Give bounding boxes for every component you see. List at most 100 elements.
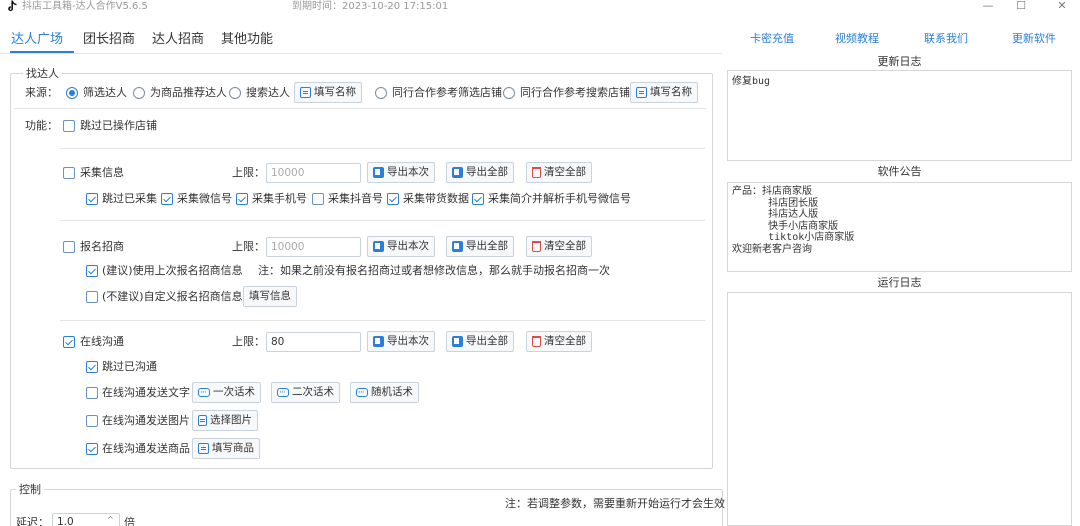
online-chat-checkbox[interactable] xyxy=(63,336,75,348)
collect-wechat-checkbox[interactable] xyxy=(161,193,173,205)
collect-douyin-checkbox[interactable] xyxy=(312,193,324,205)
spin-up-icon[interactable]: ^ xyxy=(107,512,114,526)
source-radio-product-recommend[interactable] xyxy=(133,87,145,99)
collect-option-label: 采集简介并解析手机号微信号 xyxy=(488,192,631,205)
choose-image-button[interactable]: 选择图片 xyxy=(192,410,258,431)
send-text-checkbox[interactable] xyxy=(86,387,98,399)
expire-time: 到期时间：2023-10-20 17:15:01 xyxy=(292,1,449,12)
collect-sales-data-checkbox[interactable] xyxy=(387,193,399,205)
update-software-link[interactable]: 更新软件 xyxy=(1012,32,1056,46)
source-radio-filter[interactable] xyxy=(66,87,78,99)
chat-limit-label: 上限： xyxy=(232,335,265,348)
delay-unit: 倍 xyxy=(124,516,135,526)
fill-name-button-label: 填写名称 xyxy=(650,86,692,98)
source-radio-search[interactable] xyxy=(229,87,241,99)
collect-info-checkbox[interactable] xyxy=(63,167,75,179)
notice-panel[interactable]: 产品：抖店商家版 抖店团长版 抖店达人版 快手小店商家版 tiktok小店商家版… xyxy=(727,182,1072,272)
minimize-icon[interactable]: — xyxy=(980,0,996,13)
signup-limit-label: 上限： xyxy=(232,240,265,253)
app-window: 抖店工具箱-达人合作V5.6.5 到期时间：2023-10-20 17:15:0… xyxy=(0,0,1080,526)
send-product-checkbox[interactable] xyxy=(86,443,98,455)
signup-use-last-label: (建议)使用上次报名招商信息 xyxy=(102,264,243,277)
signup-limit-input[interactable]: 10000 xyxy=(266,237,361,257)
chat-limit-input[interactable]: 80 xyxy=(266,332,361,352)
collect-export-this-button[interactable]: 导出本次 xyxy=(367,162,435,183)
chat-clear-all-button[interactable]: 清空全部 xyxy=(526,331,592,352)
collect-export-all-button[interactable]: 导出全部 xyxy=(446,162,514,183)
signup-checkbox[interactable] xyxy=(63,241,75,253)
close-icon[interactable]: ✕ xyxy=(1054,0,1070,13)
signup-use-last-checkbox[interactable] xyxy=(86,265,98,277)
source-option-label: 同行合作参考筛选店铺 xyxy=(392,86,502,99)
collect-skip-collected-checkbox[interactable] xyxy=(86,193,98,205)
delay-input[interactable]: 1.0 ^ xyxy=(52,513,120,526)
source-label: 来源： xyxy=(25,86,58,99)
contact-us-link[interactable]: 联系我们 xyxy=(924,32,968,46)
source-radio-peer-filter-store[interactable] xyxy=(375,87,387,99)
maximize-icon[interactable]: ☐ xyxy=(1013,0,1029,13)
fill-name-button-label: 填写名称 xyxy=(314,86,356,98)
signup-custom-checkbox[interactable] xyxy=(86,291,98,303)
title-bar: 抖店工具箱-达人合作V5.6.5 到期时间：2023-10-20 17:15:0… xyxy=(0,0,1080,14)
file-icon xyxy=(198,415,207,426)
export-icon xyxy=(373,336,384,347)
source-option-label: 搜索达人 xyxy=(246,86,290,99)
fill-info-button[interactable]: 填写信息 xyxy=(243,286,297,307)
signup-export-all-button[interactable]: 导出全部 xyxy=(446,236,514,257)
signup-note: 注：如果之前没有报名招商过或者想修改信息，那么就手动报名招商一次 xyxy=(258,264,610,277)
fill-name-button-2[interactable]: 填写名称 xyxy=(630,82,698,103)
collect-phone-checkbox[interactable] xyxy=(236,193,248,205)
fill-name-button[interactable]: 填写名称 xyxy=(294,82,362,103)
collect-limit-input[interactable]: 10000 xyxy=(266,163,361,183)
collect-option-label: 采集带货数据 xyxy=(403,192,469,205)
collect-info-label: 采集信息 xyxy=(80,166,124,179)
chat-export-all-button[interactable]: 导出全部 xyxy=(446,331,514,352)
tab-talent-recruit[interactable]: 达人招商 xyxy=(152,31,204,49)
source-radio-peer-search-store[interactable] xyxy=(503,87,515,99)
script-random-label: 随机话术 xyxy=(371,386,413,398)
signup-export-this-button[interactable]: 导出本次 xyxy=(367,236,435,257)
choose-image-label: 选择图片 xyxy=(210,414,252,426)
video-tutorial-link[interactable]: 视频教程 xyxy=(835,32,879,46)
chat-bubble-icon xyxy=(198,384,210,403)
run-log-panel[interactable] xyxy=(727,292,1072,526)
fill-info-button-label: 填写信息 xyxy=(249,290,291,302)
send-text-label: 在线沟通发送文字 xyxy=(102,386,190,399)
send-image-checkbox[interactable] xyxy=(86,415,98,427)
signup-custom-label: (不建议)自定义报名招商信息 xyxy=(102,290,243,303)
divider xyxy=(60,148,705,149)
tab-leader-recruit[interactable]: 团长招商 xyxy=(83,31,135,49)
tab-talent-plaza[interactable]: 达人广场 xyxy=(11,31,63,49)
script-twice-button[interactable]: 二次话术 xyxy=(271,382,340,403)
fill-product-label: 填写商品 xyxy=(212,442,254,454)
chat-export-this-button[interactable]: 导出本次 xyxy=(367,331,435,352)
collect-bio-parse-checkbox[interactable] xyxy=(472,193,484,205)
divider xyxy=(60,320,705,321)
skip-operated-checkbox[interactable] xyxy=(63,120,75,132)
tab-other-functions[interactable]: 其他功能 xyxy=(221,31,273,49)
signup-clear-all-button[interactable]: 清空全部 xyxy=(526,236,592,257)
script-random-button[interactable]: 随机话术 xyxy=(350,382,419,403)
export-icon xyxy=(452,241,463,252)
changelog-panel[interactable]: 修复bug xyxy=(727,70,1072,161)
skip-operated-label: 跳过已操作店铺 xyxy=(80,119,157,132)
divider xyxy=(60,220,705,221)
fill-product-button[interactable]: 填写商品 xyxy=(192,438,260,459)
skip-chatted-checkbox[interactable] xyxy=(86,361,98,373)
edit-form-icon xyxy=(198,443,209,454)
script-twice-label: 二次话术 xyxy=(292,386,334,398)
chat-bubble-icon xyxy=(356,384,368,403)
source-option-label: 为商品推荐达人 xyxy=(150,86,227,99)
edit-form-icon xyxy=(300,87,311,98)
script-once-button[interactable]: 一次话术 xyxy=(192,382,261,403)
clear-all-label: 清空全部 xyxy=(544,240,586,252)
collect-option-label: 采集手机号 xyxy=(252,192,307,205)
notice-text: 产品：抖店商家版 抖店团长版 抖店达人版 快手小店商家版 tiktok小店商家版… xyxy=(732,186,855,255)
delay-label: 延迟： xyxy=(16,516,49,526)
collect-limit-label: 上限： xyxy=(232,166,265,179)
export-all-label: 导出全部 xyxy=(466,240,508,252)
collect-clear-all-button[interactable]: 清空全部 xyxy=(526,162,592,183)
control-group-title: 控制 xyxy=(16,483,44,496)
recharge-link[interactable]: 卡密充值 xyxy=(750,32,794,46)
source-option-label: 筛选达人 xyxy=(83,86,127,99)
